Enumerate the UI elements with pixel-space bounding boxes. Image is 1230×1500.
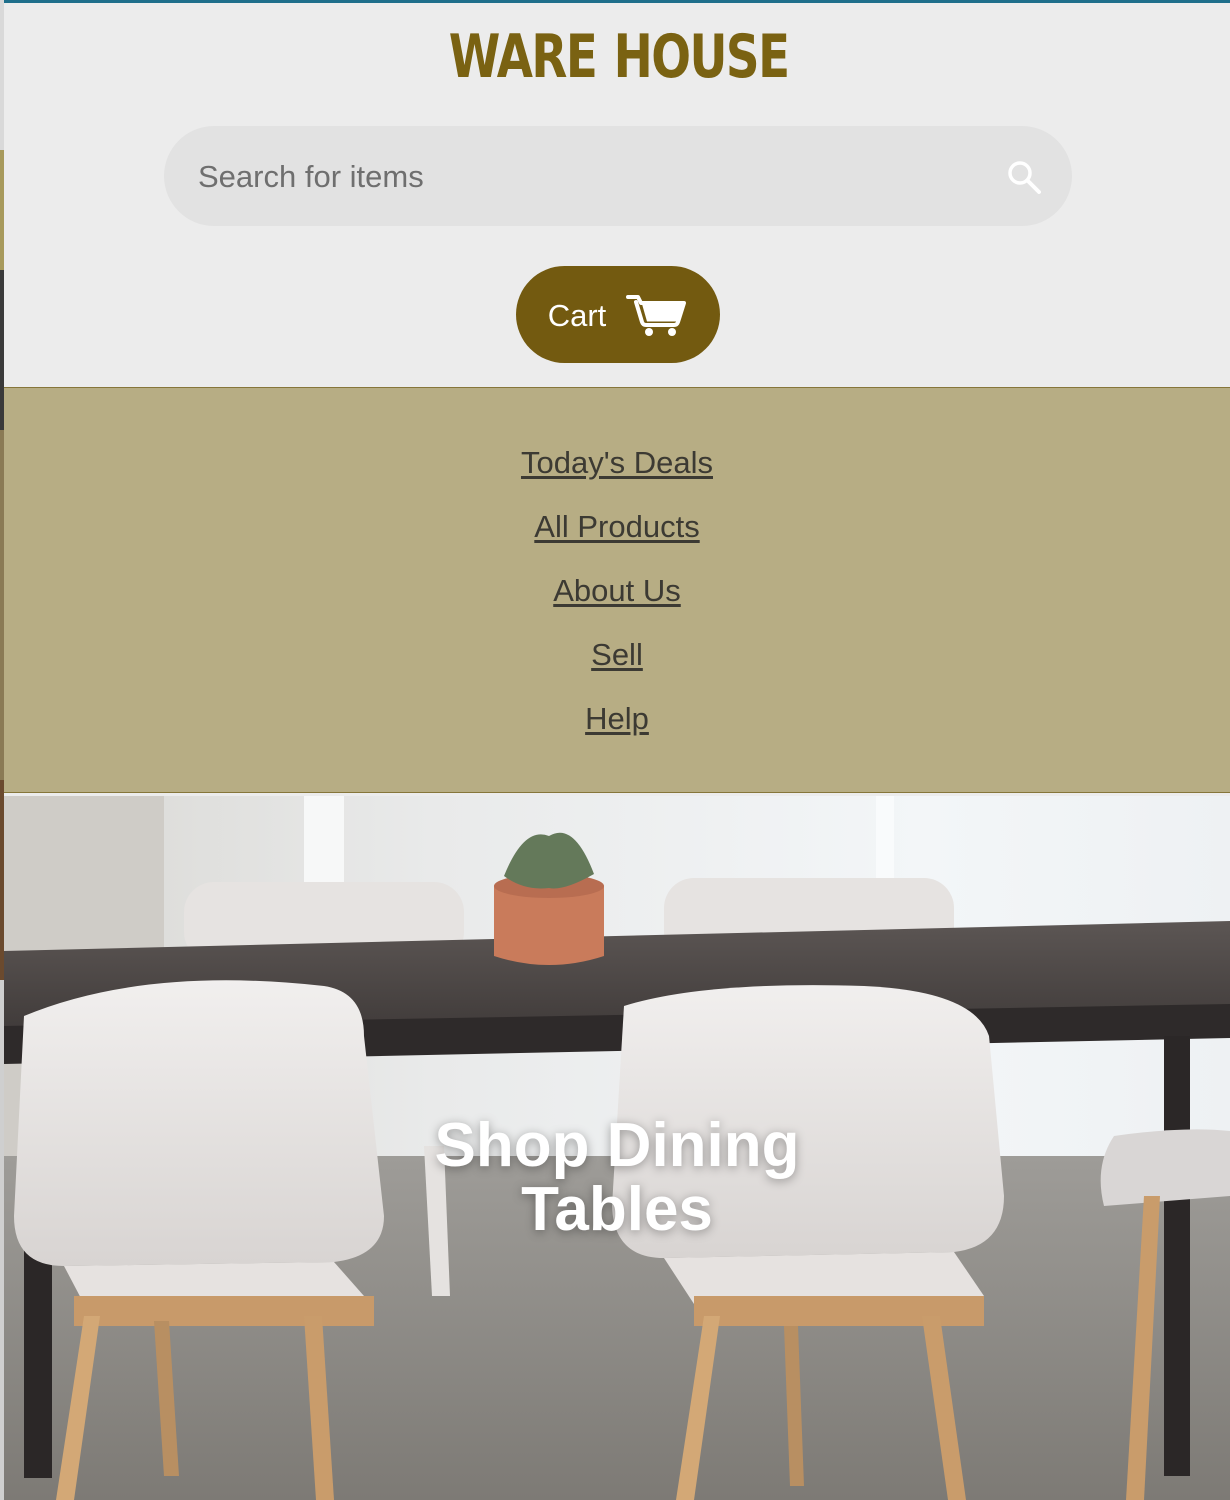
nav-link-sell[interactable]: Sell — [4, 635, 1230, 675]
nav-link-todays-deals[interactable]: Today's Deals — [4, 443, 1230, 483]
nav-link-all-products[interactable]: All Products — [4, 507, 1230, 547]
nav-link-about-us[interactable]: About Us — [4, 571, 1230, 611]
search-icon[interactable] — [1006, 159, 1042, 195]
logo-word-right: HOUSE — [614, 22, 790, 92]
site-header: WARE HOUSE Cart — [4, 3, 1230, 387]
cart-label: Cart — [547, 297, 607, 333]
search-input[interactable] — [196, 126, 980, 228]
cart-icon — [626, 294, 687, 336]
hero-banner[interactable]: Shop Dining Tables — [4, 796, 1230, 1500]
hero-title[interactable]: Shop Dining Tables — [4, 1114, 1230, 1242]
cart-button[interactable]: Cart — [516, 266, 720, 363]
search-bar — [164, 126, 1072, 228]
warehouse-logo[interactable]: WARE HOUSE — [435, 23, 807, 91]
main-navigation: Today's Deals All Products About Us Sell… — [4, 387, 1230, 793]
page: WARE HOUSE Cart Today's Deals All — [0, 0, 1230, 1500]
logo-word-left: WARE — [449, 22, 598, 92]
nav-link-help[interactable]: Help — [4, 699, 1230, 739]
